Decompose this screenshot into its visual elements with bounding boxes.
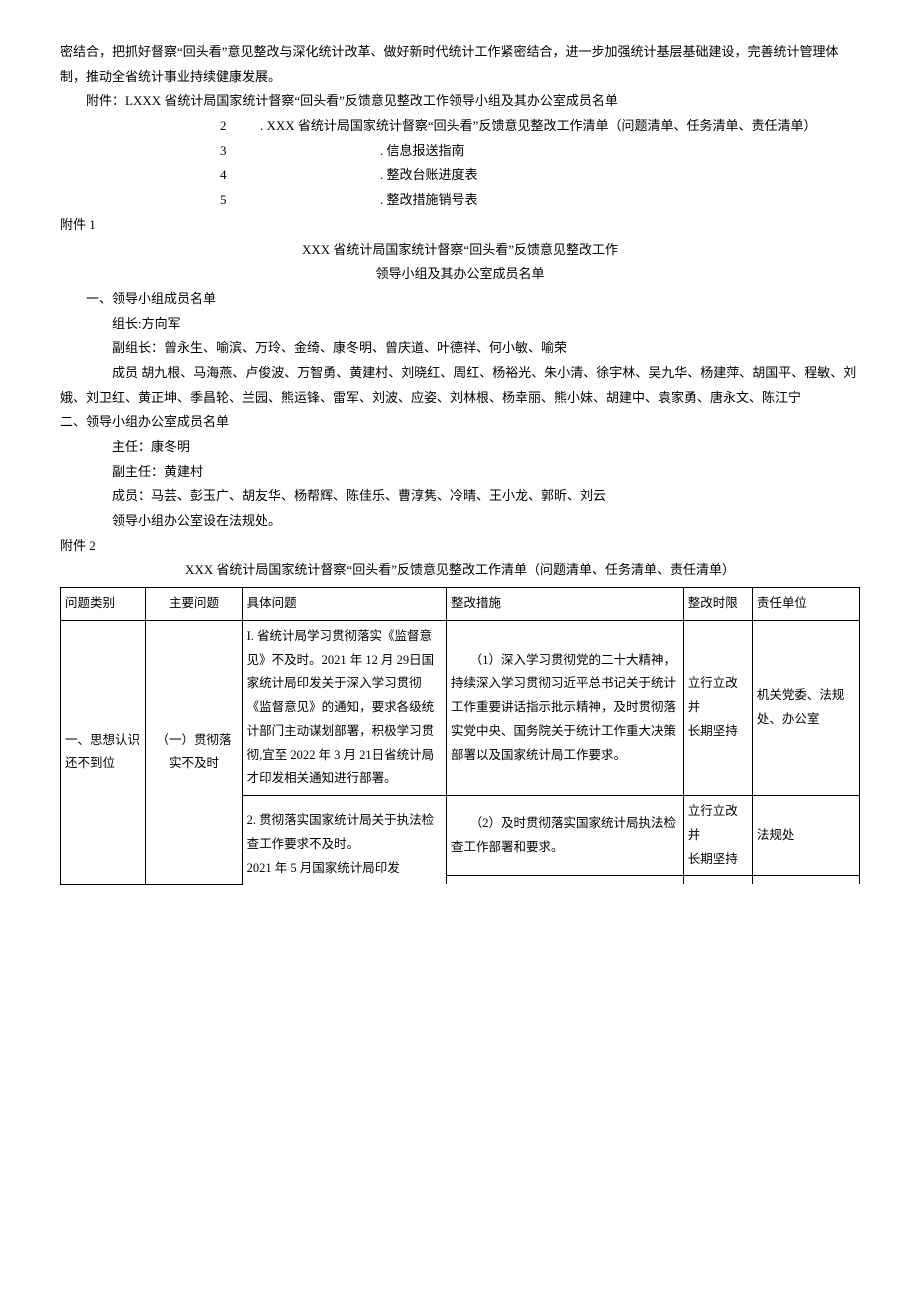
section2-title: 二、领导小组办公室成员名单 bbox=[60, 410, 860, 435]
office-location-line: 领导小组办公室设在法规处。 bbox=[60, 509, 860, 534]
attach-text-2: . XXX 省统计局国家统计督察“回头看”反馈意见整改工作清单（问题清单、任务清… bbox=[260, 114, 816, 139]
th-deadline: 整改时限 bbox=[683, 588, 752, 621]
office-vice-line: 副主任：黄建村 bbox=[60, 460, 860, 485]
section1-title: 一、领导小组成员名单 bbox=[60, 287, 860, 312]
th-unit: 责任单位 bbox=[752, 588, 859, 621]
meas-2-text: （2）及时贯彻落实国家统计局执法检查工作部署和要求。 bbox=[451, 812, 679, 860]
cell-category: 一、思想认识还不到位 bbox=[61, 620, 146, 884]
attach-num-2: 2 bbox=[220, 114, 260, 139]
intro-paragraph: 密结合，把抓好督察“回头看”意见整改与深化统计改革、做好新时代统计工作紧密结合，… bbox=[60, 40, 860, 89]
fj2-title: XXX 省统计局国家统计督察“回头看”反馈意见整改工作清单（问题清单、任务清单、… bbox=[60, 558, 860, 583]
attachment-3: 3 . 信息报送指南 bbox=[220, 139, 860, 164]
cell-spec-1: I. 省统计局学习贯彻落实《监督意见》不及时。2021 年 12 月 29日国家… bbox=[242, 620, 446, 795]
cell-meas-1: （1）深入学习贯彻党的二十大精神，持续深入学习贯彻习近平总书记关于统计工作重要讲… bbox=[446, 620, 683, 795]
office-head-line: 主任：康冬明 bbox=[60, 435, 860, 460]
attachment-1: LXXX 省统计局国家统计督察“回头看”反馈意见整改工作领导小组及其办公室成员名… bbox=[125, 93, 618, 108]
attachment-4: 4 . 整改台账进度表 bbox=[220, 163, 860, 188]
work-list-table: 问题类别 主要问题 具体问题 整改措施 整改时限 责任单位 一、思想认识还不到位… bbox=[60, 587, 860, 885]
vice-leader-line: 副组长：曾永生、喻滨、万玲、金绮、康冬明、曾庆道、叶德祥、何小敏、喻荣 bbox=[60, 336, 860, 361]
cell-meas-2: （2）及时贯彻落实国家统计局执法检查工作部署和要求。 bbox=[446, 796, 683, 876]
attach-label: 附件： bbox=[86, 93, 125, 108]
th-category: 问题类别 bbox=[61, 588, 146, 621]
cell-time-1: 立行立改并 长期坚持 bbox=[683, 620, 752, 795]
cell-unit-3 bbox=[752, 876, 859, 885]
office-members-line: 成员：马芸、彭玉广、胡友华、杨帮辉、陈佳乐、曹淳隽、冷晴、王小龙、郭昕、刘云 bbox=[60, 484, 860, 509]
attach-num-5: 5 bbox=[220, 188, 260, 213]
cell-unit-1: 机关党委、法规处、办公室 bbox=[752, 620, 859, 795]
cell-time-3 bbox=[683, 876, 752, 885]
fj1-title-line2: 领导小组及其办公室成员名单 bbox=[60, 262, 860, 287]
attach-text-4: . 整改台账进度表 bbox=[380, 163, 478, 188]
th-main-issue: 主要问题 bbox=[146, 588, 242, 621]
members-text: 成员 胡九根、马海燕、卢俊波、万智勇、黄建村、刘晓红、周红、杨裕光、朱小清、徐宇… bbox=[60, 365, 856, 405]
cell-unit-2: 法规处 bbox=[752, 796, 859, 876]
attachments-header: 附件：LXXX 省统计局国家统计督察“回头看”反馈意见整改工作领导小组及其办公室… bbox=[60, 89, 860, 114]
attachment-list: 2 . XXX 省统计局国家统计督察“回头看”反馈意见整改工作清单（问题清单、任… bbox=[220, 114, 860, 213]
spec-2-text: 2. 贯彻落实国家统计局关于执法检查工作要求不及时。 2021 年 5 月国家统… bbox=[247, 813, 435, 875]
fj1-title-line1: XXX 省统计局国家统计督察“回头看”反馈意见整改工作 bbox=[60, 238, 860, 263]
cell-time-2: 立行立改并 长期坚持 bbox=[683, 796, 752, 876]
meas-1-text: （1）深入学习贯彻党的二十大精神，持续深入学习贯彻习近平总书记关于统计工作重要讲… bbox=[451, 649, 679, 768]
attachment-2: 2 . XXX 省统计局国家统计督察“回头看”反馈意见整改工作清单（问题清单、任… bbox=[220, 114, 860, 139]
leader-line: 组长:方向军 bbox=[60, 312, 860, 337]
attach-num-3: 3 bbox=[220, 139, 260, 164]
table-row: 一、思想认识还不到位 （一）贯彻落实不及时 I. 省统计局学习贯彻落实《监督意见… bbox=[61, 620, 860, 795]
th-specific-issue: 具体问题 bbox=[242, 588, 446, 621]
attach-text-3: . 信息报送指南 bbox=[380, 139, 465, 164]
th-measures: 整改措施 bbox=[446, 588, 683, 621]
fj1-label: 附件 1 bbox=[60, 213, 860, 238]
attach-num-4: 4 bbox=[220, 163, 260, 188]
cell-meas-3 bbox=[446, 876, 683, 885]
cell-main-issue: （一）贯彻落实不及时 bbox=[146, 620, 242, 884]
members-line: 成员 胡九根、马海燕、卢俊波、万智勇、黄建村、刘晓红、周红、杨裕光、朱小清、徐宇… bbox=[60, 361, 860, 410]
attachment-5: 5 . 整改措施销号表 bbox=[220, 188, 860, 213]
attach-text-5: . 整改措施销号表 bbox=[380, 188, 478, 213]
cell-spec-2: 2. 贯彻落实国家统计局关于执法检查工作要求不及时。 2021 年 5 月国家统… bbox=[242, 796, 446, 885]
fj2-label: 附件 2 bbox=[60, 534, 860, 559]
table-header-row: 问题类别 主要问题 具体问题 整改措施 整改时限 责任单位 bbox=[61, 588, 860, 621]
